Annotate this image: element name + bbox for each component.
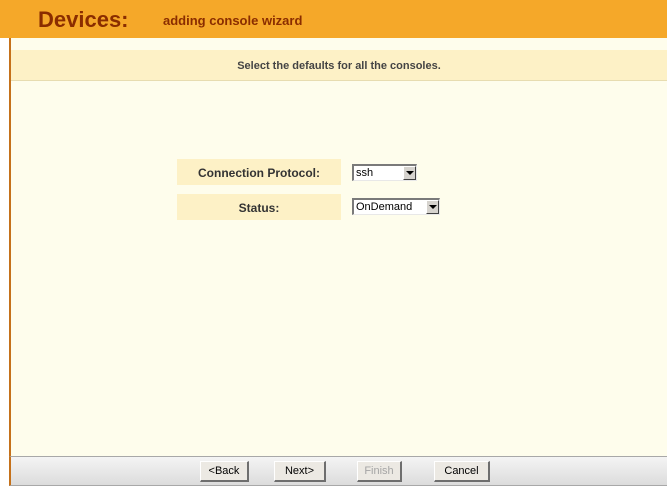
page-subtitle: adding console wizard xyxy=(163,13,303,28)
title-bar: Devices: adding console wizard xyxy=(0,0,667,38)
instruction-text: Select the defaults for all the consoles… xyxy=(237,60,441,72)
connection-protocol-value: ssh xyxy=(356,167,374,179)
button-bar xyxy=(9,456,667,486)
instruction-bar: Select the defaults for all the consoles… xyxy=(11,50,667,81)
connection-protocol-label: Connection Protocol: xyxy=(198,166,320,180)
status-select[interactable]: OnDemand xyxy=(352,198,440,215)
status-label-cell: Status: xyxy=(177,194,341,220)
connection-protocol-label-cell: Connection Protocol: xyxy=(177,159,341,185)
chevron-down-icon[interactable] xyxy=(403,166,416,180)
chevron-down-icon[interactable] xyxy=(426,200,439,214)
cancel-button[interactable]: Cancel xyxy=(434,461,490,482)
finish-button[interactable]: Finish xyxy=(357,461,402,482)
status-value: OnDemand xyxy=(356,201,413,213)
next-button[interactable]: Next> xyxy=(274,461,326,482)
back-button[interactable]: <Back xyxy=(200,461,249,482)
connection-protocol-select[interactable]: ssh xyxy=(352,164,417,181)
content-area xyxy=(9,38,667,456)
status-label: Status: xyxy=(238,201,280,215)
page-title: Devices: xyxy=(38,7,129,32)
